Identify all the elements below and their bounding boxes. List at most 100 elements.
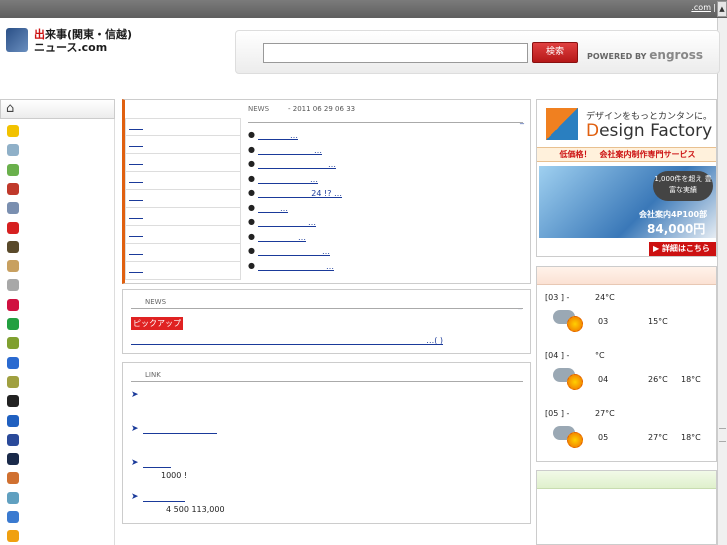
news-category-link[interactable]	[129, 139, 143, 147]
category-icon[interactable]	[7, 279, 19, 292]
category-icon[interactable]	[7, 298, 19, 311]
link-description: 1000 !	[161, 471, 188, 480]
category-icon[interactable]	[7, 530, 19, 543]
news-category-row	[125, 262, 241, 280]
category-icon[interactable]	[7, 375, 19, 388]
news-category-link[interactable]	[129, 247, 143, 255]
link-panel: LINK ➤ ➤ ➤ 1000 ! ➤ 4 500 113,000	[122, 362, 531, 524]
news-headline-link[interactable]: …	[258, 218, 316, 227]
arrow-icon: ➤	[131, 492, 139, 502]
category-icon[interactable]	[7, 163, 19, 176]
weather-top-temp: 27°C	[595, 409, 615, 418]
news-category-link[interactable]	[129, 211, 143, 219]
weather-day-header: [05 ] -27°C	[545, 409, 615, 418]
news-category-link[interactable]	[129, 122, 143, 130]
news-category-link[interactable]	[129, 157, 143, 165]
divider	[131, 308, 523, 309]
arrow-icon: ➤	[131, 458, 139, 468]
category-icon[interactable]	[7, 491, 19, 504]
bullet-icon: ●	[248, 231, 255, 241]
bullet-icon: ●	[248, 130, 255, 139]
category-icon[interactable]	[7, 395, 19, 408]
news-date: - 2011 06 29 06 33	[288, 105, 356, 113]
category-icon[interactable]	[7, 472, 19, 485]
cloudy-sunny-icon	[553, 308, 587, 332]
link-anchor[interactable]	[143, 459, 171, 468]
news-category-row	[125, 136, 241, 154]
weather-high-temp: 15°C	[648, 317, 668, 326]
weather-high-temp: 26°C	[648, 375, 668, 384]
news-category-link[interactable]	[129, 265, 143, 273]
category-icon[interactable]	[7, 433, 19, 446]
link-anchor[interactable]	[143, 425, 217, 434]
category-icon[interactable]	[7, 337, 19, 350]
ad-price-label: 会社案内4P100部	[639, 210, 708, 219]
ad-price: 84,000円	[647, 222, 706, 236]
news-headline-link[interactable]: …	[258, 175, 318, 184]
site-logo[interactable]: 出来事(関東・信越) ニュース.com	[6, 26, 156, 56]
news-headline-link[interactable]: …	[258, 204, 288, 213]
weather-top-temp: 24°C	[595, 293, 615, 302]
bullet-icon: ●	[248, 173, 255, 183]
news-headline-link[interactable]: …	[258, 160, 336, 169]
category-icon[interactable]	[7, 511, 19, 523]
news-category-link[interactable]	[129, 175, 143, 183]
bottom-panel-header	[537, 471, 716, 489]
category-icon[interactable]	[7, 202, 19, 215]
home-icon: ⌂	[6, 101, 15, 116]
category-icon[interactable]	[7, 221, 19, 234]
search-input[interactable]	[263, 43, 528, 63]
bullet-icon: ●	[248, 217, 255, 226]
pickup-headline-link[interactable]: …( )	[131, 336, 443, 345]
category-icon[interactable]	[7, 414, 19, 427]
weather-high-temp: 27°C	[648, 433, 668, 442]
news-category-row	[125, 172, 241, 190]
category-icon[interactable]	[7, 453, 19, 466]
news-category-row	[125, 190, 241, 208]
link-description: 4 500 113,000	[166, 505, 225, 514]
divider	[131, 381, 523, 382]
top-site-link[interactable]: .com	[691, 3, 711, 12]
category-icon[interactable]	[7, 144, 19, 157]
news-category-row	[125, 154, 241, 172]
scrollbar-grip[interactable]	[719, 428, 726, 442]
category-icon[interactable]	[7, 240, 19, 253]
category-icon[interactable]	[7, 318, 19, 330]
ad-details-button[interactable]: ▶ 詳細はこちら	[649, 242, 716, 256]
news-headline-link[interactable]: 24 !? …	[258, 189, 342, 198]
search-area: 検索 POWERED BY engross	[235, 30, 720, 74]
powered-by: POWERED BY engross	[587, 48, 703, 62]
news-headline-link[interactable]: …	[258, 146, 322, 155]
home-button[interactable]: ⌂	[0, 99, 115, 119]
news-category-link[interactable]	[129, 229, 143, 237]
cloudy-sunny-icon	[553, 424, 587, 448]
engross-brand: engross	[649, 48, 703, 62]
scroll-up-arrow-icon[interactable]: ▲	[717, 1, 727, 17]
vertical-scrollbar[interactable]	[717, 18, 727, 545]
top-bar: .com | ▲	[0, 0, 727, 18]
bottom-right-panel	[536, 470, 717, 545]
weather-header	[537, 267, 716, 285]
weather-day-header: [04 ] - °C	[545, 351, 605, 360]
cloudy-sunny-icon	[553, 366, 587, 390]
category-icon[interactable]	[7, 182, 19, 195]
pickup-panel: NEWS _ ピックアップ …( )	[122, 289, 531, 354]
news-headline-link[interactable]: …	[258, 247, 330, 256]
category-icon[interactable]	[7, 356, 19, 369]
news-headline-link[interactable]: …	[258, 131, 298, 140]
news-headline-link[interactable]: …	[258, 262, 334, 271]
pickup-badge: ピックアップ	[131, 317, 183, 330]
news-category-link[interactable]	[129, 193, 143, 201]
link-anchor[interactable]	[143, 493, 185, 502]
category-icon[interactable]	[7, 260, 19, 273]
ad-bubble: 1,000件を超え 豊富な実績	[653, 171, 713, 201]
bullet-icon: ●	[248, 188, 255, 197]
bullet-icon: ●	[248, 159, 255, 168]
logo-building-icon	[6, 28, 28, 52]
design-factory-ad-banner[interactable]: デザインをもっとカンタンに。 Design Factory 低価格！ 会社案内制…	[536, 99, 717, 257]
bullet-icon: ●	[248, 144, 255, 154]
news-headline-link[interactable]: …	[258, 233, 306, 242]
search-button[interactable]: 検索	[532, 42, 578, 63]
category-icon[interactable]	[7, 125, 19, 137]
news-category-row	[125, 118, 241, 136]
